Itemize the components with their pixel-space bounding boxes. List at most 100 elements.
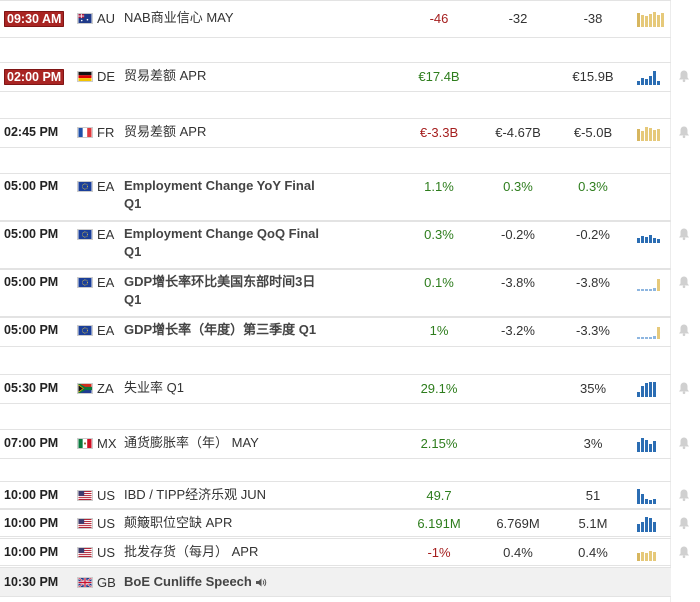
calendar-row[interactable]: 05:00 PM EA GDP增长率（年度）第三季度 Q1 1% -3.2% -3.3% bbox=[0, 317, 700, 347]
spark-bar bbox=[649, 518, 652, 532]
blue-bars-icon[interactable] bbox=[637, 516, 665, 532]
forecast-value: -3.8% bbox=[501, 275, 535, 290]
gold-bars-icon[interactable] bbox=[637, 545, 665, 561]
gold-bars-icon[interactable] bbox=[637, 11, 665, 27]
event-name[interactable]: GDP增长率环比美国东部时间3日 Q1 bbox=[124, 273, 334, 309]
spark-bar bbox=[649, 235, 652, 243]
event-name[interactable]: 颠簸职位空缺 APR bbox=[124, 514, 334, 532]
bell-icon[interactable] bbox=[677, 275, 691, 289]
de-flag-icon bbox=[77, 71, 93, 82]
spark-bar bbox=[653, 552, 656, 561]
spark-bar bbox=[641, 289, 644, 291]
mixed-bars-icon[interactable] bbox=[637, 275, 665, 291]
spark-bar bbox=[641, 552, 644, 561]
event-name-text: 批发存货（每月） APR bbox=[124, 544, 259, 559]
actual-value: 6.191M bbox=[417, 516, 461, 531]
eu-flag-icon bbox=[77, 229, 93, 240]
actual-value: 0.1% bbox=[424, 275, 454, 290]
country-code: DE bbox=[97, 69, 116, 84]
gold-bars-icon[interactable] bbox=[637, 125, 665, 141]
spark-bar bbox=[637, 289, 640, 291]
country-code: US bbox=[97, 488, 116, 503]
blue-bars-icon[interactable] bbox=[637, 381, 665, 397]
calendar-row[interactable]: 07:00 PM MX 通货膨胀率（年） MAY 2.15% 3% bbox=[0, 429, 700, 459]
bell-icon[interactable] bbox=[677, 323, 691, 337]
previous-value: 51 bbox=[585, 488, 601, 503]
bell-icon[interactable] bbox=[677, 545, 691, 559]
actual-value: €17.4B bbox=[418, 69, 460, 84]
bell-icon[interactable] bbox=[677, 125, 691, 139]
au-flag-icon bbox=[77, 13, 93, 24]
event-name-text: 通货膨胀率（年） MAY bbox=[124, 435, 259, 450]
event-name[interactable]: BoE Cunliffe Speech bbox=[124, 573, 334, 591]
event-name[interactable]: 贸易差额 APR bbox=[124, 123, 334, 141]
spark-bar bbox=[653, 238, 656, 243]
event-time: 10:00 PM bbox=[4, 545, 59, 559]
row-divider bbox=[0, 346, 671, 347]
row-divider bbox=[0, 0, 671, 1]
event-name[interactable]: 失业率 Q1 bbox=[124, 379, 334, 397]
event-name[interactable]: Employment Change YoY Final Q1 bbox=[124, 177, 334, 213]
bell-icon[interactable] bbox=[677, 436, 691, 450]
event-name[interactable]: 贸易差额 APR bbox=[124, 67, 334, 85]
spark-bar bbox=[649, 382, 652, 397]
event-name[interactable]: 批发存货（每月） APR bbox=[124, 543, 334, 561]
spark-bar bbox=[653, 130, 656, 141]
event-time: 10:00 PM bbox=[4, 488, 59, 502]
calendar-row[interactable]: 09:30 AM AU NAB商业信心 MAY -46 -32 -38 bbox=[0, 0, 700, 38]
forecast-value: €-4.67B bbox=[495, 125, 541, 140]
event-time: 05:30 PM bbox=[4, 381, 59, 395]
calendar-row[interactable]: 02:45 PM FR 贸易差额 APR €-3.3B €-4.67B €-5.0B bbox=[0, 118, 700, 148]
mixed-bars-icon[interactable] bbox=[637, 323, 665, 339]
blue-bars-icon[interactable] bbox=[637, 436, 665, 452]
blue-bars-icon[interactable] bbox=[637, 227, 665, 243]
spark-bar bbox=[649, 76, 652, 85]
spark-bar bbox=[657, 15, 660, 27]
spark-bar bbox=[653, 12, 656, 27]
blue-bars-icon[interactable] bbox=[637, 69, 665, 85]
row-divider bbox=[0, 62, 671, 63]
bell-icon[interactable] bbox=[677, 381, 691, 395]
spark-bar bbox=[637, 524, 640, 532]
eu-flag-icon bbox=[77, 277, 93, 288]
calendar-row[interactable]: 10:00 PM US 批发存货（每月） APR -1% 0.4% 0.4% bbox=[0, 538, 700, 566]
calendar-row[interactable]: 10:30 PM GB BoE Cunliffe Speech bbox=[0, 567, 700, 597]
actual-value: 0.3% bbox=[424, 227, 454, 242]
row-divider bbox=[0, 317, 671, 318]
calendar-row[interactable]: 10:00 PM US 颠簸职位空缺 APR 6.191M 6.769M 5.1M bbox=[0, 509, 700, 537]
calendar-row[interactable]: 05:30 PM ZA 失业率 Q1 29.1% 35% bbox=[0, 374, 700, 404]
blue-bars-icon[interactable] bbox=[637, 488, 665, 504]
event-name[interactable]: IBD / TIPP经济乐观 JUN bbox=[124, 486, 334, 504]
previous-value: -0.2% bbox=[576, 227, 610, 242]
event-name[interactable]: NAB商业信心 MAY bbox=[124, 9, 334, 27]
spark-bar bbox=[645, 499, 648, 504]
bell-icon[interactable] bbox=[677, 516, 691, 530]
bell-icon[interactable] bbox=[677, 488, 691, 502]
calendar-row[interactable]: 05:00 PM EA Employment Change QoQ Final Q1… bbox=[0, 221, 700, 269]
spark-bar bbox=[645, 289, 648, 291]
spark-bar bbox=[649, 444, 652, 452]
calendar-row[interactable]: 02:00 PM DE 贸易差额 APR €17.4B €15.9B bbox=[0, 62, 700, 92]
forecast-value: -32 bbox=[508, 11, 528, 26]
previous-value: €15.9B bbox=[572, 69, 614, 84]
actual-value: 29.1% bbox=[420, 381, 458, 396]
bell-icon[interactable] bbox=[677, 69, 691, 83]
spark-bar bbox=[645, 553, 648, 561]
calendar-row[interactable]: 10:00 PM US IBD / TIPP经济乐观 JUN 49.7 51 bbox=[0, 481, 700, 509]
event-name[interactable]: 通货膨胀率（年） MAY bbox=[124, 434, 334, 452]
country-code: US bbox=[97, 545, 116, 560]
row-divider bbox=[0, 221, 671, 222]
fr-flag-icon bbox=[77, 127, 93, 138]
actual-value: -46 bbox=[429, 11, 449, 26]
row-divider bbox=[0, 37, 671, 38]
row-divider bbox=[0, 509, 671, 510]
event-name[interactable]: GDP增长率（年度）第三季度 Q1 bbox=[124, 321, 334, 339]
bell-icon[interactable] bbox=[677, 227, 691, 241]
previous-value: -3.3% bbox=[576, 323, 610, 338]
row-divider bbox=[0, 269, 671, 270]
calendar-row[interactable]: 05:00 PM EA Employment Change YoY Final Q1… bbox=[0, 173, 700, 221]
calendar-row[interactable]: 05:00 PM EA GDP增长率环比美国东部时间3日 Q1 0.1% -3.8% -3… bbox=[0, 269, 700, 317]
event-name[interactable]: Employment Change QoQ Final Q1 bbox=[124, 225, 334, 261]
event-time: 02:45 PM bbox=[4, 125, 59, 139]
country-code: ZA bbox=[97, 381, 114, 396]
